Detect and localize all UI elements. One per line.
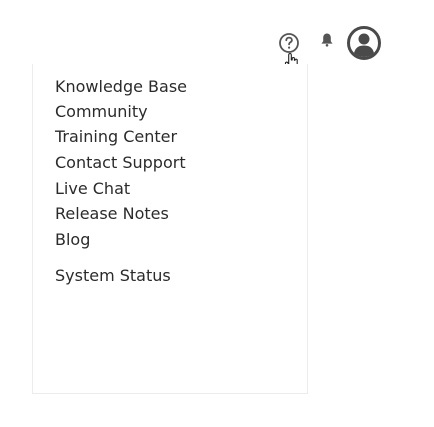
notifications-button[interactable] (316, 29, 338, 51)
user-avatar-icon (347, 26, 381, 60)
menu-item-system-status[interactable]: System Status (33, 261, 307, 291)
help-question-icon (279, 33, 299, 53)
help-dropdown-menu: Knowledge Base Community Training Center… (32, 64, 308, 394)
menu-item-blog[interactable]: Blog (33, 225, 307, 255)
page: Knowledge Base Community Training Center… (0, 0, 434, 427)
header-toolbar (272, 24, 432, 72)
help-button[interactable] (276, 30, 302, 56)
bell-icon (321, 33, 333, 47)
user-avatar-button[interactable] (344, 24, 384, 62)
